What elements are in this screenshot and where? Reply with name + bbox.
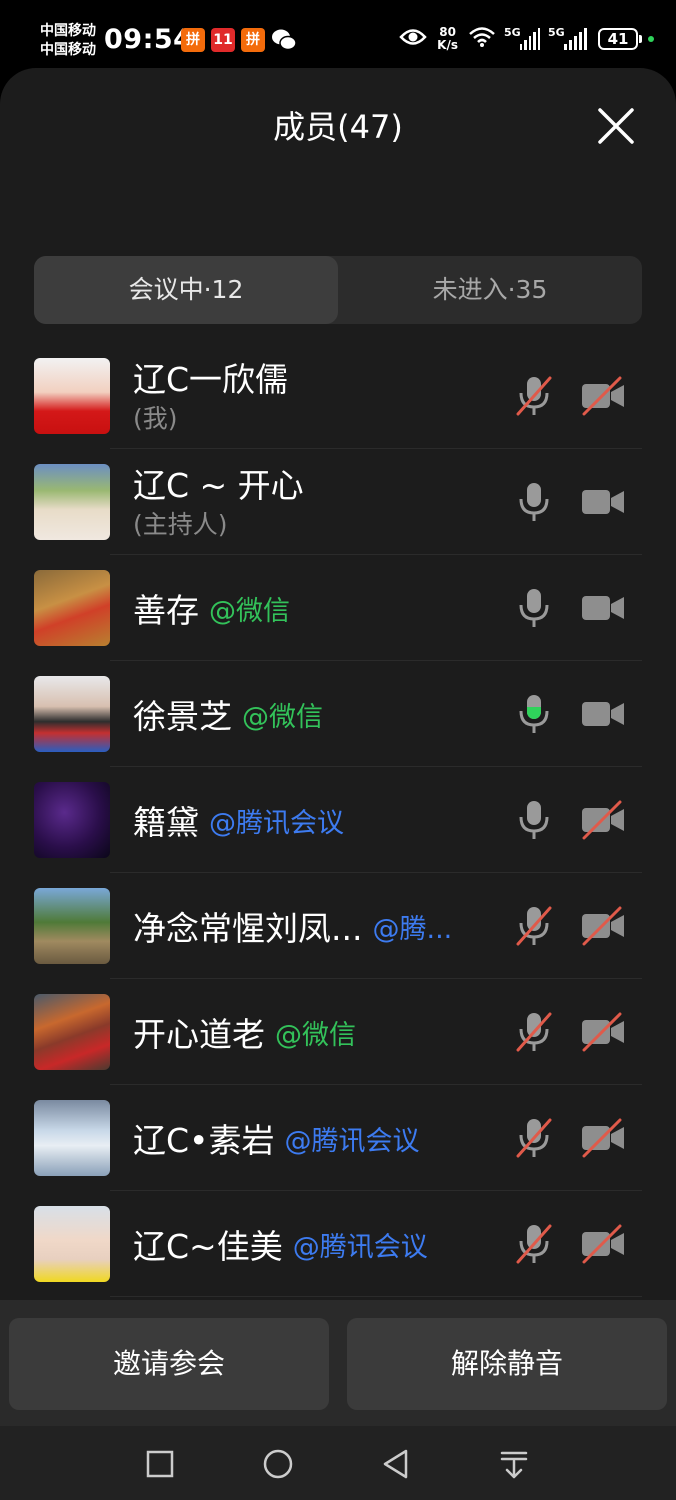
member-name: 籍黛 bbox=[133, 803, 199, 842]
wifi-icon bbox=[468, 26, 496, 52]
pinduoduo-icon-2: 拼 bbox=[241, 28, 265, 52]
member-name-line: 籍黛 @腾讯会议 bbox=[133, 767, 344, 873]
member-row[interactable]: 徐景芝 @微信 bbox=[0, 661, 676, 767]
close-button[interactable] bbox=[596, 106, 636, 146]
member-name-line: 辽C~佳美 @腾讯会议 bbox=[133, 1191, 428, 1297]
network-type-1: 5G bbox=[504, 26, 521, 39]
member-name: 善存 bbox=[133, 591, 199, 630]
member-list: 辽C一欣儒 (我) 辽C ~ 开心 (主持人) 善存 @微信 徐景芝 @微信 籍黛 @腾讯会议 净念… bbox=[0, 343, 676, 1297]
member-source-tag: @微信 bbox=[209, 595, 290, 627]
member-source-tag: @微信 bbox=[275, 1019, 356, 1051]
member-role: (我) bbox=[133, 404, 178, 433]
member-name: 辽C ~ 开心 bbox=[133, 466, 304, 505]
row-divider bbox=[110, 1296, 642, 1297]
mic-muted-icon[interactable] bbox=[512, 1222, 556, 1266]
carrier-1: 中国移动 bbox=[40, 23, 96, 39]
member-name-line: 徐景芝 @微信 bbox=[133, 661, 323, 767]
mic-muted-icon[interactable] bbox=[512, 1116, 556, 1160]
avatar bbox=[34, 358, 110, 434]
square-icon[interactable] bbox=[144, 1448, 176, 1480]
signal-icon-2: 5G bbox=[548, 26, 588, 50]
member-source-tag: @腾... bbox=[372, 913, 453, 945]
system-nav-bar bbox=[0, 1426, 676, 1500]
mic-muted-icon[interactable] bbox=[512, 1010, 556, 1054]
battery-level: 41 bbox=[598, 28, 638, 50]
member-name: 辽C一欣儒 bbox=[133, 360, 289, 399]
signal-icon-1: 5G bbox=[504, 26, 541, 50]
camera-off-icon[interactable] bbox=[580, 1012, 626, 1052]
network-type-2: 5G bbox=[548, 26, 565, 39]
tab-not-joined[interactable]: 未进入·35 bbox=[338, 256, 642, 324]
avatar bbox=[34, 570, 110, 646]
member-source-tag: @腾讯会议 bbox=[209, 807, 344, 839]
member-source-tag: @腾讯会议 bbox=[284, 1125, 420, 1157]
back-triangle-icon[interactable] bbox=[380, 1448, 412, 1480]
double11-icon: 11 bbox=[211, 28, 235, 52]
camera-off-icon[interactable] bbox=[580, 1224, 626, 1264]
member-source-tag: @微信 bbox=[242, 701, 323, 733]
avatar bbox=[34, 888, 110, 964]
camera-off-icon[interactable] bbox=[580, 1118, 626, 1158]
member-name-line: 辽C•素岩 @腾讯会议 bbox=[133, 1085, 420, 1191]
avatar bbox=[34, 994, 110, 1070]
member-name-line: 善存 @微信 bbox=[133, 555, 290, 661]
members-sheet: 成员(47) 会议中·12 未进入·35 辽C一欣儒 (我) 辽C ~ 开心 (主持人… bbox=[0, 68, 676, 1500]
clock: 09:54 bbox=[104, 24, 193, 55]
member-name: 开心道老 bbox=[133, 1015, 265, 1054]
net-speed-unit: K/s bbox=[437, 38, 458, 52]
notification-icons: 拼 11 拼 bbox=[181, 28, 297, 52]
member-row[interactable]: 净念常惺刘凤... @腾... bbox=[0, 873, 676, 979]
member-row[interactable]: 善存 @微信 bbox=[0, 555, 676, 661]
camera-off-icon[interactable] bbox=[580, 376, 626, 416]
member-tabs: 会议中·12 未进入·35 bbox=[34, 256, 642, 324]
avatar bbox=[34, 676, 110, 752]
avatar bbox=[34, 1206, 110, 1282]
member-name: 辽C•素岩 bbox=[133, 1121, 275, 1160]
camera-off-icon[interactable] bbox=[580, 800, 626, 840]
member-name: 徐景芝 bbox=[133, 697, 232, 736]
member-row[interactable]: 辽C•素岩 @腾讯会议 bbox=[0, 1085, 676, 1191]
mic-icon[interactable] bbox=[512, 798, 556, 842]
action-bar: 邀请参会 解除静音 bbox=[0, 1300, 676, 1426]
mic-speaking-icon[interactable] bbox=[512, 692, 556, 736]
member-source-tag: @腾讯会议 bbox=[292, 1231, 428, 1263]
mic-muted-icon[interactable] bbox=[512, 904, 556, 948]
member-name-line: 净念常惺刘凤... @腾... bbox=[133, 873, 452, 979]
status-right: 80 K/s 5G 5G 41 bbox=[399, 26, 654, 52]
battery-icon: 41 bbox=[598, 28, 654, 50]
mic-muted-icon[interactable] bbox=[512, 374, 556, 418]
member-row[interactable]: 辽C一欣儒 (我) bbox=[0, 343, 676, 449]
unmute-all-button[interactable]: 解除静音 bbox=[347, 1318, 667, 1410]
close-icon bbox=[598, 108, 634, 144]
member-row[interactable]: 辽C~佳美 @腾讯会议 bbox=[0, 1191, 676, 1297]
avatar bbox=[34, 1100, 110, 1176]
mic-icon[interactable] bbox=[512, 586, 556, 630]
notification-pulldown-icon[interactable] bbox=[498, 1448, 530, 1480]
pinduoduo-icon: 拼 bbox=[181, 28, 205, 52]
member-name: 净念常惺刘凤... bbox=[133, 909, 363, 948]
mic-icon[interactable] bbox=[512, 480, 556, 524]
wechat-icon bbox=[271, 28, 297, 52]
camera-icon[interactable] bbox=[580, 694, 626, 734]
camera-off-icon[interactable] bbox=[580, 906, 626, 946]
carrier-2: 中国移动 bbox=[40, 42, 96, 58]
circle-icon[interactable] bbox=[262, 1448, 294, 1480]
avatar bbox=[34, 782, 110, 858]
member-name-line: 开心道老 @微信 bbox=[133, 979, 356, 1085]
carrier-labels: 中国移动 中国移动 bbox=[40, 22, 96, 60]
member-role: (主持人) bbox=[133, 510, 228, 539]
camera-icon[interactable] bbox=[580, 482, 626, 522]
member-row[interactable]: 辽C ~ 开心 (主持人) bbox=[0, 449, 676, 555]
eye-icon bbox=[399, 27, 427, 51]
net-speed: 80 K/s bbox=[437, 26, 458, 52]
member-name: 辽C~佳美 bbox=[133, 1227, 283, 1266]
member-row[interactable]: 籍黛 @腾讯会议 bbox=[0, 767, 676, 873]
tab-in-meeting[interactable]: 会议中·12 bbox=[34, 256, 338, 324]
camera-icon[interactable] bbox=[580, 588, 626, 628]
invite-button[interactable]: 邀请参会 bbox=[9, 1318, 329, 1410]
page-title: 成员(47) bbox=[273, 108, 403, 146]
member-row[interactable]: 开心道老 @微信 bbox=[0, 979, 676, 1085]
avatar bbox=[34, 464, 110, 540]
